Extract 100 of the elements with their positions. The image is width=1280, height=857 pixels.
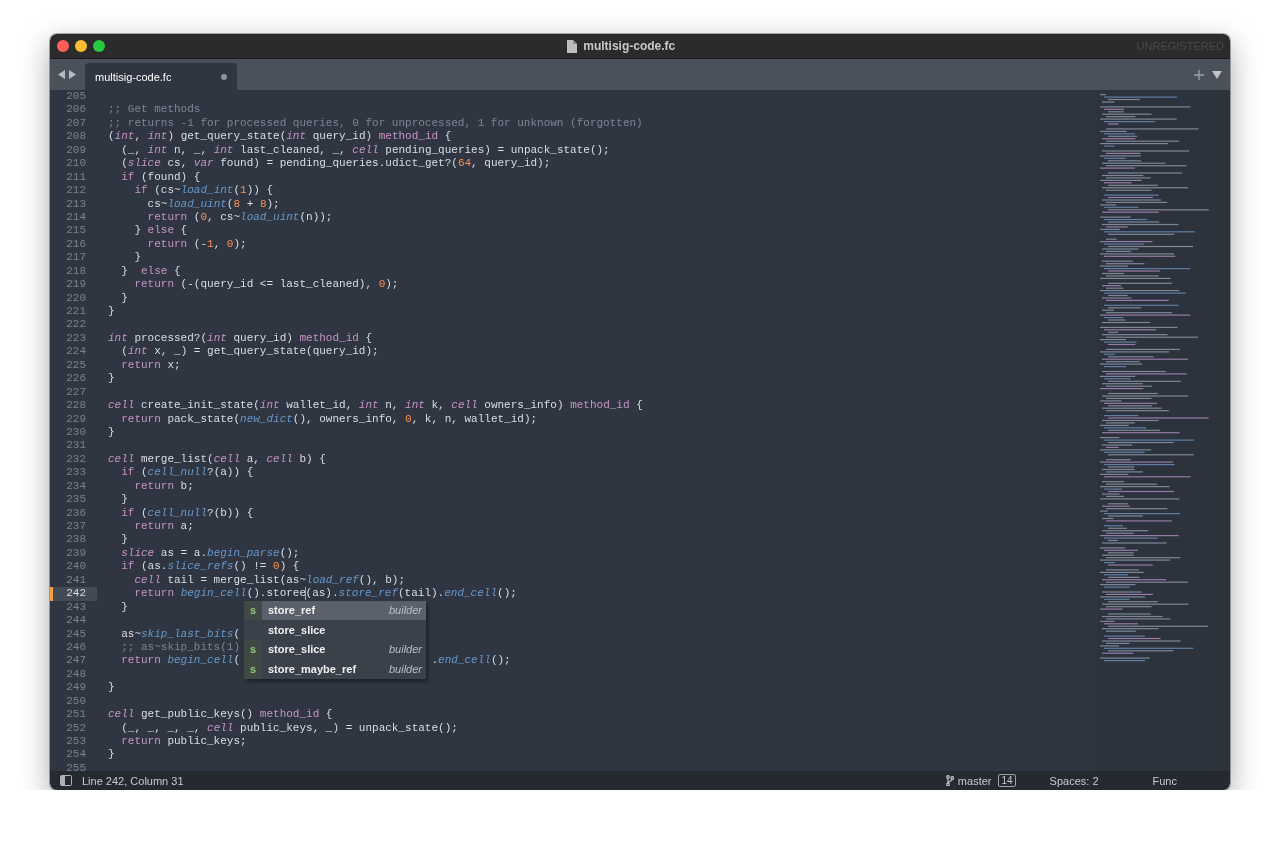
line-number: 228	[65, 399, 87, 413]
line-number: 229	[65, 412, 87, 426]
line-number: 230	[65, 425, 87, 440]
code-line: (int x, _) = get_query_state(query_id);	[120, 345, 379, 359]
minimize-button[interactable]	[75, 40, 87, 52]
code-line: if (as.slice_refs() != 0) {	[120, 560, 300, 574]
sidebar-icon[interactable]	[60, 775, 72, 786]
code-line: return a;	[133, 520, 194, 534]
code-line: return pack_state(new_dict(), owners_info, 0, k, n, wallet_id);	[120, 412, 538, 426]
code-line: (slice cs, var found) = pending_queries.udict_get?(64, query_id);	[120, 157, 551, 171]
line-number: 206	[65, 103, 87, 117]
line-number: 205	[65, 90, 87, 104]
line-number: 218	[65, 264, 87, 279]
file-tab[interactable]: multisig-code.fc	[85, 63, 237, 90]
dropdown-icon[interactable]	[1212, 70, 1222, 79]
code-line: return b;	[133, 479, 194, 494]
code-line: return (-1, 0);	[146, 237, 247, 252]
code-line: if (cs~load_int(1)) {	[133, 184, 274, 198]
plus-icon[interactable]	[1194, 69, 1204, 80]
line-number: 225	[65, 358, 87, 373]
code-line: (_, _, _, _, cell public_keys, _) = unpack_state();	[120, 721, 458, 735]
line-number: 232	[65, 452, 87, 467]
line-number: 246	[65, 640, 87, 655]
line-number: 222	[65, 318, 87, 332]
line-number: 252	[65, 721, 87, 735]
code-line: slice as = a.begin_parse();	[120, 546, 300, 561]
line-number: 253	[65, 735, 87, 749]
line-number: 247	[65, 654, 87, 668]
line-number: 211	[65, 170, 87, 185]
code-line: int processed?(int query_id) method_id {	[108, 331, 373, 346]
line-number: 235	[65, 493, 87, 507]
change-count: 14	[998, 774, 1016, 787]
line-number: 208	[65, 130, 87, 144]
line-number: 220	[65, 291, 87, 305]
line-number: 214	[65, 210, 87, 225]
close-button[interactable]	[57, 40, 69, 52]
line-number: 231	[65, 439, 87, 453]
kind-badge: s	[244, 600, 262, 621]
branch-name[interactable]: master	[957, 774, 992, 787]
code-line: cell tail = merge_list(as~load_ref(), b);	[133, 573, 406, 588]
code-line: }	[120, 493, 128, 507]
forward-icon[interactable]	[69, 70, 76, 79]
line-number: 213	[65, 197, 87, 211]
code-line: }	[120, 533, 128, 547]
code-line: (_, int n, _, int last_cleaned, _, cell pending_queries) = unpack_state();	[120, 143, 610, 158]
line-number: 250	[65, 694, 87, 709]
line-number: 212	[65, 184, 87, 198]
code-line: } else {	[133, 224, 188, 238]
line-number: 215	[65, 224, 87, 238]
line-number: 234	[65, 479, 87, 494]
code-line: cell get_public_keys() method_id {	[108, 708, 333, 722]
back-icon[interactable]	[58, 70, 65, 79]
kind-badge: s	[244, 639, 262, 660]
document-icon	[566, 39, 578, 53]
code-line: return begin_cell().storee(as).store_ref(tail).end_cell();	[133, 587, 517, 601]
line-number: 241	[65, 573, 87, 588]
line-number: 238	[65, 533, 87, 547]
line-number: 255	[65, 761, 87, 771]
line-number: 244	[65, 614, 87, 628]
code-line: if (found) {	[120, 170, 201, 185]
code-line: }	[108, 748, 115, 762]
line-number: 209	[65, 143, 87, 158]
window-title: multisig-code.fc	[583, 39, 676, 53]
code-line: }	[120, 291, 128, 305]
maximize-button[interactable]	[93, 40, 105, 52]
line-number: 227	[65, 385, 87, 400]
branch-icon	[945, 775, 954, 786]
line-number: 223	[65, 331, 87, 346]
code-line: } else {	[120, 264, 181, 279]
completion-item[interactable]: s store_maybe_ref builder	[244, 659, 426, 679]
code-line: }	[108, 425, 115, 440]
syntax-setting[interactable]: Func	[1152, 774, 1177, 787]
line-number: 207	[65, 116, 87, 131]
code-line: as~skip_last_bits(	[120, 627, 241, 641]
code-line: return (0, cs~load_uint(n));	[146, 210, 333, 225]
completion-item[interactable]: store_slice	[244, 620, 426, 640]
code-line: }	[120, 600, 128, 615]
completion-item[interactable]: s store_ref builder	[244, 600, 426, 621]
line-number: 236	[65, 506, 87, 520]
line-number: 237	[65, 520, 87, 534]
cursor-position: Line 242, Column 31	[82, 774, 185, 787]
code-line: return x;	[120, 358, 181, 373]
line-number: 251	[65, 708, 87, 722]
code-line: if (cell_null?(b)) {	[120, 506, 254, 520]
code-line: }	[108, 372, 115, 386]
text-cursor	[305, 587, 307, 601]
line-number: 243	[65, 600, 87, 615]
line-number: 233	[65, 466, 87, 480]
kind-badge: s	[244, 659, 262, 679]
line-number: 240	[65, 560, 87, 574]
line-number: 217	[65, 251, 87, 265]
line-number: 248	[65, 667, 87, 682]
code-line: ;; as~skip_bits(1)	[120, 640, 241, 655]
code-line: }	[108, 305, 115, 319]
code-line: return (-(query_id <= last_cleaned), 0);	[133, 278, 399, 292]
line-number: 224	[65, 345, 87, 359]
line-number: 219	[65, 278, 87, 292]
line-number: 245	[65, 627, 87, 641]
completion-item[interactable]: s store_slice builder	[244, 639, 426, 660]
indentation-setting[interactable]: Spaces: 2	[1049, 774, 1099, 787]
